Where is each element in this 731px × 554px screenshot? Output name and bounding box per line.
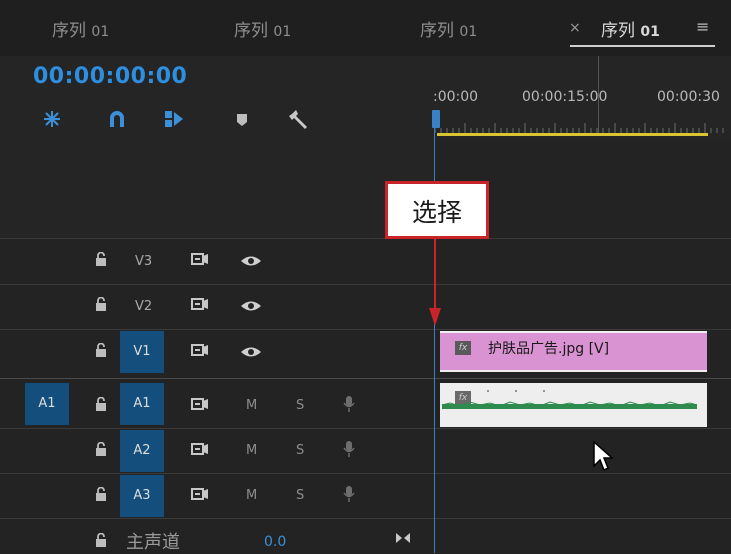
track-target-a3[interactable]: A3 bbox=[120, 475, 164, 517]
sync-lock-icon[interactable] bbox=[191, 252, 209, 266]
mute-button[interactable]: M bbox=[246, 488, 257, 503]
row-divider bbox=[0, 238, 731, 239]
master-volume-value[interactable]: 0.0 bbox=[264, 534, 286, 550]
sequence-tab-bar: 序列 01 序列 01 序列 01 × 序列 01 ≡ bbox=[0, 0, 731, 56]
voice-over-mic-icon[interactable] bbox=[343, 485, 355, 503]
sync-lock-icon[interactable] bbox=[191, 397, 209, 411]
tab-sequence-3[interactable]: 序列 01 bbox=[420, 16, 477, 41]
master-track-label: 主声道 bbox=[126, 532, 180, 553]
tab-number: 01 bbox=[640, 24, 660, 40]
tab-number: 01 bbox=[91, 24, 110, 40]
tab-label: 序列 bbox=[234, 21, 268, 41]
sync-lock-icon[interactable] bbox=[191, 343, 209, 357]
row-divider bbox=[0, 329, 731, 330]
solo-button[interactable]: S bbox=[296, 398, 304, 413]
tab-sequence-active[interactable]: 序列 01 bbox=[601, 16, 660, 41]
track-target-a2[interactable]: A2 bbox=[120, 430, 164, 472]
toggle-output-eye-icon[interactable] bbox=[240, 346, 262, 358]
lock-track-icon[interactable] bbox=[95, 397, 107, 411]
annotation-arrow bbox=[429, 236, 441, 326]
sync-lock-icon[interactable] bbox=[191, 487, 209, 501]
toggle-output-eye-icon[interactable] bbox=[240, 300, 262, 312]
row-divider bbox=[0, 284, 731, 285]
row-divider bbox=[0, 473, 731, 474]
solo-button[interactable]: S bbox=[296, 443, 304, 458]
lock-track-icon[interactable] bbox=[95, 252, 107, 266]
annotation-callout: 选择 bbox=[385, 181, 489, 239]
track-target-v1[interactable]: V1 bbox=[120, 331, 164, 373]
audio-clip[interactable]: fx bbox=[440, 383, 707, 427]
clip-name: 护肤品广告.jpg [V] bbox=[488, 341, 610, 357]
voice-over-mic-icon[interactable] bbox=[343, 440, 355, 458]
sync-lock-icon[interactable] bbox=[191, 442, 209, 456]
video-audio-divider bbox=[0, 378, 731, 379]
insert-nest-icon[interactable] bbox=[41, 108, 63, 130]
work-area-bar[interactable] bbox=[437, 133, 708, 136]
tab-label: 序列 bbox=[52, 21, 86, 41]
lock-track-icon[interactable] bbox=[95, 442, 107, 456]
mute-button[interactable]: M bbox=[246, 398, 257, 413]
track-label-v2[interactable]: V2 bbox=[135, 299, 152, 314]
row-divider bbox=[0, 428, 731, 429]
timeline-settings-wrench-icon[interactable] bbox=[288, 108, 310, 130]
panel-menu-icon[interactable]: ≡ bbox=[696, 17, 709, 36]
mute-button[interactable]: M bbox=[246, 443, 257, 458]
tab-sequence-1[interactable]: 序列 01 bbox=[52, 16, 109, 41]
tab-label: 序列 bbox=[601, 21, 635, 41]
solo-button[interactable]: S bbox=[296, 488, 304, 503]
playhead-handle[interactable] bbox=[432, 110, 440, 128]
playhead-timecode[interactable]: 00:00:00:00 bbox=[33, 64, 187, 89]
add-marker-icon[interactable] bbox=[231, 108, 253, 130]
lock-track-icon[interactable] bbox=[95, 533, 107, 547]
tab-label: 序列 bbox=[420, 21, 454, 41]
voice-over-mic-icon[interactable] bbox=[343, 395, 355, 413]
mouse-pointer-icon bbox=[593, 440, 614, 472]
snap-magnet-icon[interactable] bbox=[106, 108, 128, 130]
active-tab-underline bbox=[570, 45, 715, 47]
tab-sequence-2[interactable]: 序列 01 bbox=[234, 16, 291, 41]
ruler-label: 00:00:15:00 bbox=[522, 89, 608, 105]
playhead-line[interactable] bbox=[434, 110, 435, 553]
lock-track-icon[interactable] bbox=[95, 487, 107, 501]
track-label-v3[interactable]: V3 bbox=[135, 254, 152, 269]
ruler-label: 00:00:30 bbox=[657, 89, 720, 105]
lock-track-icon[interactable] bbox=[95, 297, 107, 311]
linked-selection-icon[interactable] bbox=[163, 108, 185, 130]
tab-close-icon[interactable]: × bbox=[569, 20, 581, 36]
track-target-a1[interactable]: A1 bbox=[120, 383, 164, 425]
audio-waveform bbox=[441, 390, 698, 409]
callout-text: 选择 bbox=[411, 198, 462, 227]
lock-track-icon[interactable] bbox=[95, 343, 107, 357]
ruler-label: :00:00 bbox=[433, 89, 479, 105]
tab-number: 01 bbox=[273, 24, 292, 40]
row-divider bbox=[0, 518, 731, 519]
toggle-output-eye-icon[interactable] bbox=[240, 255, 262, 267]
tab-number: 01 bbox=[459, 24, 478, 40]
fx-badge: fx bbox=[455, 341, 471, 355]
source-patch-a1[interactable]: A1 bbox=[25, 383, 69, 425]
video-clip[interactable]: fx 护肤品广告.jpg [V] bbox=[440, 331, 707, 372]
sync-lock-icon[interactable] bbox=[191, 297, 209, 311]
go-to-end-icon[interactable] bbox=[395, 532, 411, 544]
